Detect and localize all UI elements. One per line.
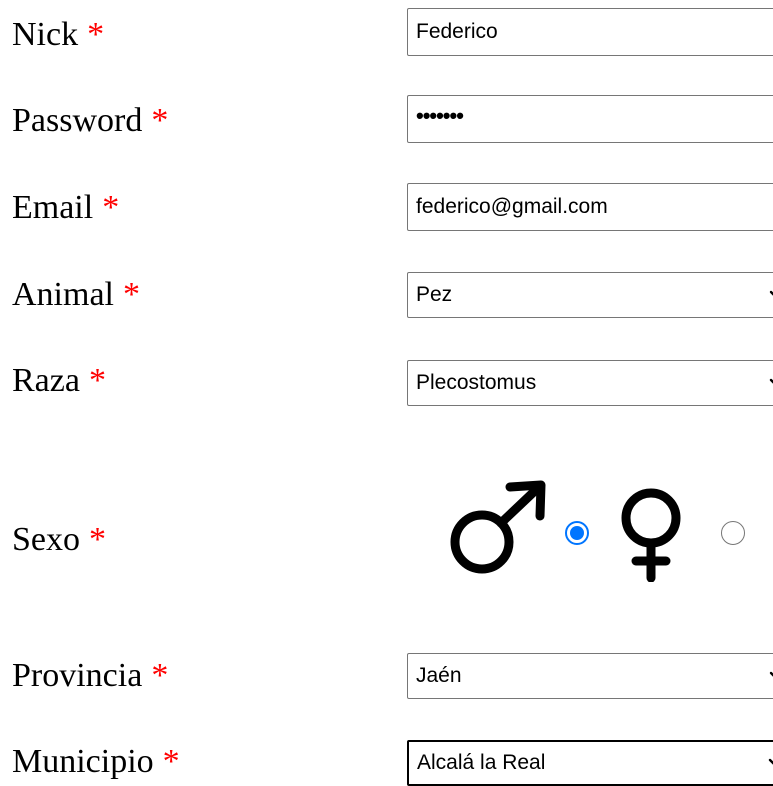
female-symbol-icon	[616, 486, 686, 587]
required-marker: *	[162, 743, 180, 780]
provincia-label-text: Provincia	[12, 657, 143, 694]
password-label: Password *	[12, 101, 168, 141]
email-input-value: federico@gmail.com	[416, 195, 608, 218]
required-marker: *	[122, 276, 140, 313]
nick-label-text: Nick	[12, 16, 79, 53]
provincia-select[interactable]: Jaén	[407, 653, 773, 699]
provincia-select-value: Jaén	[416, 664, 462, 687]
sexo-label: Sexo *	[12, 520, 106, 560]
chevron-down-icon	[769, 377, 773, 389]
raza-label-text: Raza	[12, 362, 80, 399]
nick-label: Nick *	[12, 15, 104, 55]
required-marker: *	[87, 16, 105, 53]
nick-input[interactable]: Federico	[407, 8, 773, 56]
chevron-down-icon	[769, 289, 773, 301]
required-marker: *	[88, 362, 106, 399]
sexo-label-text: Sexo	[12, 521, 80, 558]
email-input[interactable]: federico@gmail.com	[407, 183, 773, 231]
chevron-down-icon	[768, 757, 773, 769]
email-label: Email *	[12, 188, 119, 228]
animal-label: Animal *	[12, 275, 140, 315]
required-marker: *	[102, 189, 120, 226]
male-symbol-icon	[448, 480, 548, 585]
raza-select-value: Plecostomus	[416, 371, 537, 394]
sexo-options	[448, 480, 773, 583]
required-marker: *	[89, 521, 106, 558]
sexo-male-radio[interactable]	[565, 521, 589, 545]
provincia-label: Provincia *	[12, 656, 168, 696]
municipio-label-text: Municipio	[12, 743, 154, 780]
password-label-text: Password	[12, 102, 143, 139]
municipio-label: Municipio *	[12, 742, 180, 782]
municipio-select[interactable]: Alcalá la Real	[407, 740, 773, 786]
municipio-select-value: Alcalá la Real	[417, 751, 546, 774]
password-input[interactable]: •••••••	[407, 95, 773, 143]
animal-select-value: Pez	[416, 283, 453, 306]
animal-label-text: Animal	[12, 276, 114, 313]
required-marker: *	[151, 657, 169, 694]
email-label-text: Email	[12, 189, 94, 226]
nick-input-value: Federico	[416, 20, 498, 43]
raza-label: Raza *	[12, 361, 106, 401]
chevron-down-icon	[769, 670, 773, 682]
animal-select[interactable]: Pez	[407, 272, 773, 318]
sexo-female-radio[interactable]	[721, 521, 745, 545]
password-input-value: •••••••	[416, 103, 464, 128]
raza-select[interactable]: Plecostomus	[407, 360, 773, 406]
required-marker: *	[151, 102, 169, 139]
